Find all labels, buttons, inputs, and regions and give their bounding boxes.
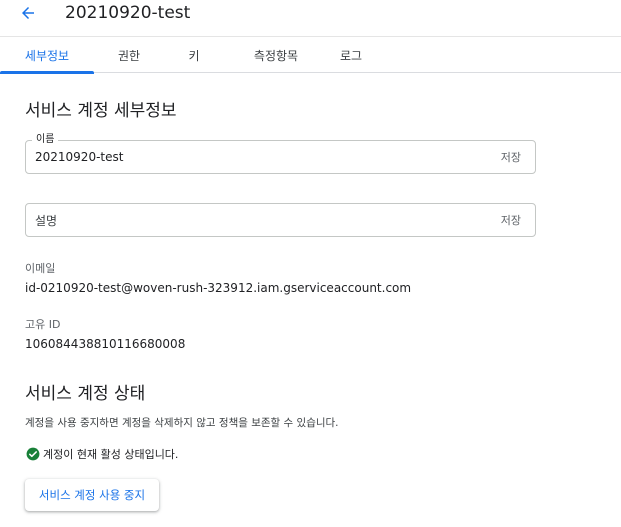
unique-id-label: 고유 ID (25, 318, 61, 331)
name-save-button[interactable]: 저장 (501, 141, 521, 173)
name-field-value[interactable]: 20210920-test (35, 141, 123, 173)
description-field[interactable]: 설명 저장 (25, 203, 536, 237)
tab-bar: 세부정보 권한 키 측정항목 로그 (0, 36, 621, 74)
status-description: 계정을 사용 중지하면 계정을 삭제하지 않고 정책을 보존할 수 있습니다. (25, 417, 339, 429)
details-section-title: 서비스 계정 세부정보 (25, 101, 177, 121)
status-active-text: 계정이 현재 활성 상태입니다. (43, 448, 179, 461)
status-row: 계정이 현재 활성 상태입니다. (26, 446, 178, 462)
name-field[interactable]: 이름 20210920-test 저장 (25, 133, 536, 174)
description-field-placeholder[interactable]: 설명 (35, 204, 57, 236)
email-label: 이메일 (25, 262, 56, 275)
unique-id-value: 106084438810116680008 (25, 337, 186, 351)
arrow-back-icon (22, 7, 34, 19)
tab-details[interactable]: 세부정보 (0, 37, 94, 74)
tab-logs[interactable]: 로그 (328, 37, 374, 73)
page-title: 20210920-test (65, 3, 191, 23)
tab-metrics[interactable]: 측정항목 (236, 37, 316, 73)
tab-keys[interactable]: 키 (172, 37, 216, 73)
email-value: id-0210920-test@woven-rush-323912.iam.gs… (25, 281, 412, 295)
status-section-title: 서비스 계정 상태 (25, 384, 146, 404)
disable-account-button[interactable]: 서비스 계정 사용 중지 (25, 479, 159, 511)
tab-permissions[interactable]: 권한 (104, 37, 154, 73)
back-button[interactable] (12, 0, 44, 26)
page-header: 20210920-test (0, 0, 621, 36)
description-save-button[interactable]: 저장 (501, 204, 521, 236)
check-circle-icon (26, 447, 40, 461)
